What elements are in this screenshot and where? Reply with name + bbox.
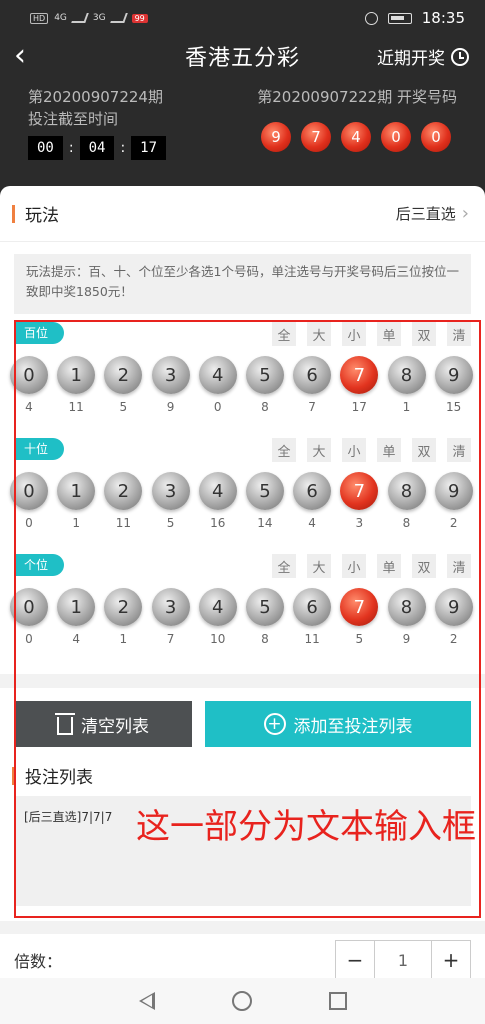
annotation-box	[14, 320, 481, 918]
multiplier-stepper[interactable]: − 1 +	[335, 940, 471, 980]
signal-icon-2	[109, 13, 128, 23]
play-method-row[interactable]: 玩法 后三直选 ›	[0, 186, 485, 242]
play-method-selector[interactable]: 后三直选 ›	[396, 203, 469, 224]
countdown-separator: :	[120, 140, 126, 156]
back-nav-icon[interactable]	[138, 992, 155, 1010]
countdown-hours: 00	[28, 136, 63, 160]
previous-draw-numbers: 9 7 4 0 0	[261, 122, 451, 152]
status-left: HD 4G 3G 99	[30, 12, 148, 24]
multiplier-label: 倍数：	[14, 952, 63, 971]
nav-bar: ‹ 香港五分彩 近期开奖	[0, 36, 485, 76]
battery-icon	[387, 12, 412, 24]
chevron-right-icon: ›	[461, 203, 469, 224]
play-label-group: 玩法	[12, 201, 59, 226]
countdown-separator: :	[68, 140, 74, 156]
system-nav-bar	[0, 978, 485, 1024]
recents-nav-icon[interactable]	[328, 992, 347, 1010]
increment-button[interactable]: +	[432, 941, 470, 979]
signal-icon	[71, 13, 89, 23]
play-hint: 玩法提示：百、十、个位至少各选1个号码，单注选号与开奖号码后三位按位一致即中奖1…	[14, 254, 471, 314]
home-nav-icon[interactable]	[231, 991, 252, 1011]
signal-label-2: 3G	[92, 13, 106, 23]
alarm-icon	[364, 11, 378, 25]
status-right: 18:35	[364, 9, 465, 27]
recent-draws-button[interactable]: 近期开奖	[377, 44, 469, 69]
draw-ball: 0	[381, 122, 411, 152]
back-icon[interactable]: ‹	[14, 38, 26, 74]
clock-icon	[451, 47, 469, 66]
draw-ball: 0	[421, 122, 451, 152]
play-method-value: 后三直选	[395, 205, 456, 223]
draw-ball: 4	[341, 122, 371, 152]
notification-badge: 99	[131, 13, 148, 23]
countdown-minutes: 04	[79, 136, 115, 160]
page-title: 香港五分彩	[184, 46, 300, 71]
countdown-seconds: 17	[131, 136, 167, 160]
hd-icon: HD	[30, 12, 49, 24]
current-issue: 第20200907224期 投注截至时间	[28, 86, 163, 130]
multiplier-value[interactable]: 1	[374, 941, 432, 979]
play-label: 玩法	[25, 206, 59, 226]
draw-ball: 9	[261, 122, 291, 152]
multiplier-row: 倍数： − 1 +	[0, 934, 485, 980]
recent-draws-label: 近期开奖	[377, 49, 445, 69]
header-area: HD 4G 3G 99 18:35 ‹ 香港五分彩 近期开奖 第20200907…	[0, 0, 485, 200]
bet-card: 玩法 后三直选 › 玩法提示：百、十、个位至少各选1个号码，单注选号与开奖号码后…	[0, 186, 485, 921]
previous-draw-label: 第20200907222期 开奖号码	[257, 88, 457, 106]
section-marker	[12, 204, 15, 223]
current-issue-number: 第20200907224期	[28, 88, 163, 106]
countdown: 00 : 04 : 17	[28, 136, 167, 160]
status-time: 18:35	[421, 9, 465, 27]
draw-ball: 7	[301, 122, 331, 152]
signal-label-1: 4G	[54, 13, 67, 23]
deadline-label: 投注截至时间	[28, 110, 119, 128]
decrement-button[interactable]: −	[336, 941, 374, 979]
status-bar: HD 4G 3G 99 18:35	[0, 0, 485, 36]
